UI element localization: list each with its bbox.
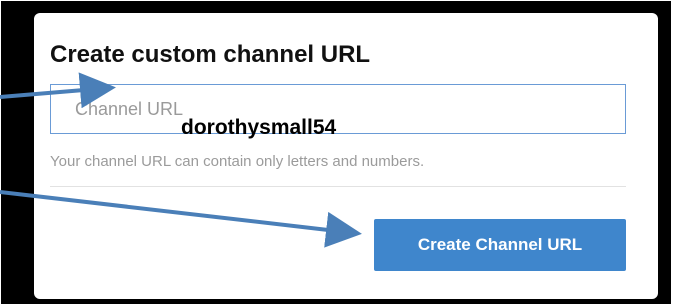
channel-url-input[interactable] [50,84,626,134]
create-channel-url-button[interactable]: Create Channel URL [374,219,626,271]
divider [50,186,626,187]
channel-url-annotation: dorothysmall54 [181,116,337,139]
helper-text: Your channel URL can contain only letter… [50,153,425,170]
dialog-title: Create custom channel URL [50,41,371,68]
